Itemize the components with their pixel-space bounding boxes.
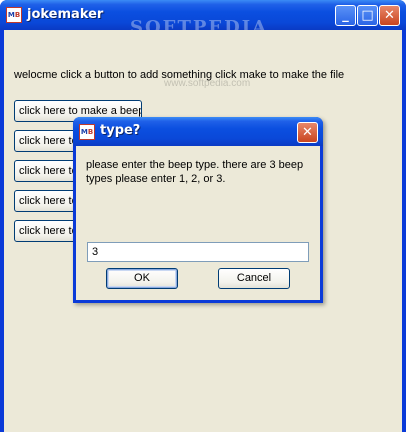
jokemaker-window: MB jokemaker SOFTPEDIA _ □ ✕ www.softped… xyxy=(0,0,406,432)
beep-type-input[interactable]: 3 xyxy=(87,242,309,262)
type-dialog: MB type? ✕ please enter the beep type. t… xyxy=(73,117,323,303)
dialog-title: type? xyxy=(100,123,141,138)
maximize-button[interactable]: □ xyxy=(357,5,378,26)
dialog-close-button[interactable]: ✕ xyxy=(297,122,318,143)
dialog-body: please enter the beep type. there are 3 … xyxy=(76,146,320,300)
minimize-button[interactable]: _ xyxy=(335,5,356,26)
close-button[interactable]: ✕ xyxy=(379,5,400,26)
window-title: jokemaker xyxy=(27,7,104,22)
dialog-app-icon: MB xyxy=(79,124,95,140)
dialog-title-bar[interactable]: MB type? ✕ xyxy=(73,117,323,146)
dialog-message: please enter the beep type. there are 3 … xyxy=(86,159,304,185)
title-bar[interactable]: MB jokemaker SOFTPEDIA _ □ ✕ xyxy=(0,0,406,38)
app-icon[interactable]: MB xyxy=(6,7,22,23)
welcome-label: welocme click a button to add something … xyxy=(14,69,345,81)
ok-button[interactable]: OK xyxy=(106,268,178,289)
cancel-button[interactable]: Cancel xyxy=(218,268,290,289)
